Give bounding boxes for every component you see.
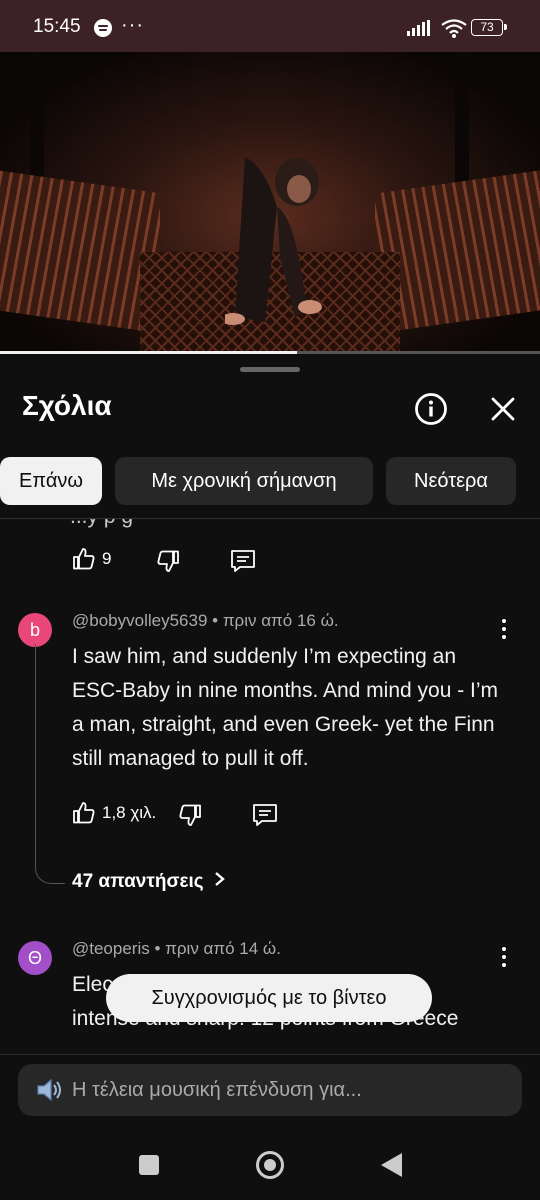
like-button[interactable]: 1,8 χιλ. — [72, 801, 156, 825]
signal-icon — [407, 20, 430, 36]
comment-input[interactable]: Η τέλεια μουσική επένδυση για... — [18, 1064, 522, 1116]
system-nav-bar — [0, 1128, 540, 1200]
close-icon[interactable] — [486, 392, 520, 426]
thumb-up-icon — [73, 548, 95, 570]
thumb-up-icon — [73, 802, 95, 824]
comments-list[interactable]: ...y p g 9 b @bobyvolley5639 • πριν από … — [0, 519, 540, 1053]
comments-sheet: Σχόλια Επάνω Με χρονική σήμανση Νεότερα … — [0, 354, 540, 1054]
avatar[interactable]: Θ — [18, 941, 52, 975]
chevron-right-icon — [215, 872, 225, 886]
comment-time: • πριν από 16 ώ. — [212, 611, 339, 630]
comments-title: Σχόλια — [22, 390, 112, 421]
comment-input-placeholder: Η τέλεια μουσική επένδυση για... — [72, 1079, 362, 1101]
nav-recents-icon[interactable] — [139, 1155, 159, 1175]
performer-figure — [225, 157, 322, 325]
comment-author[interactable]: @bobyvolley5639 — [72, 611, 207, 630]
comment-input-area: Η τέλεια μουσική επένδυση για... — [0, 1054, 540, 1129]
video-player[interactable] — [0, 52, 540, 352]
reply-icon[interactable] — [252, 803, 278, 827]
like-count: 9 — [102, 549, 112, 568]
comment-text: I saw him, and suddenly I’m expecting an… — [72, 645, 499, 770]
speaker-icon — [37, 1078, 61, 1102]
thumb-down-icon[interactable] — [178, 803, 202, 827]
sync-with-video-toast[interactable]: Συγχρονισμός με το βίντεο — [106, 974, 432, 1022]
thumb-down-icon[interactable] — [156, 549, 180, 573]
comment-meta: @bobyvolley5639 • πριν από 16 ώ. — [72, 611, 339, 631]
comment-meta: @teoperis • πριν από 14 ώ. — [72, 939, 281, 959]
nav-home-icon[interactable] — [256, 1151, 284, 1179]
cut-comment-text: ...y p g — [70, 519, 133, 529]
info-icon[interactable] — [414, 392, 448, 426]
spotify-icon — [94, 19, 112, 37]
avatar[interactable]: b — [18, 613, 52, 647]
comment-author[interactable]: @teoperis — [72, 939, 150, 958]
chip-newest[interactable]: Νεότερα — [386, 457, 516, 505]
chip-timestamped[interactable]: Με χρονική σήμανση — [115, 457, 373, 505]
status-bar: 15:45 ··· 73 — [0, 0, 540, 52]
drag-handle[interactable] — [240, 367, 300, 372]
reply-icon[interactable] — [230, 549, 256, 573]
battery-icon: 73 — [471, 19, 507, 36]
nav-back-icon[interactable] — [381, 1153, 402, 1177]
stage-railing-left — [0, 170, 160, 334]
chip-top[interactable]: Επάνω — [0, 457, 102, 505]
like-button[interactable]: 9 — [72, 547, 111, 571]
status-time: 15:45 — [33, 16, 81, 37]
replies-count: 47 απαντήσεις — [72, 871, 204, 892]
wifi-icon — [441, 19, 467, 38]
thread-line — [35, 644, 65, 884]
comment-time: • πριν από 14 ώ. — [154, 939, 281, 958]
more-notifications-indicator: ··· — [121, 14, 144, 36]
view-replies-link[interactable]: 47 απαντήσεις — [72, 871, 227, 893]
like-count: 1,8 χιλ. — [102, 803, 157, 822]
